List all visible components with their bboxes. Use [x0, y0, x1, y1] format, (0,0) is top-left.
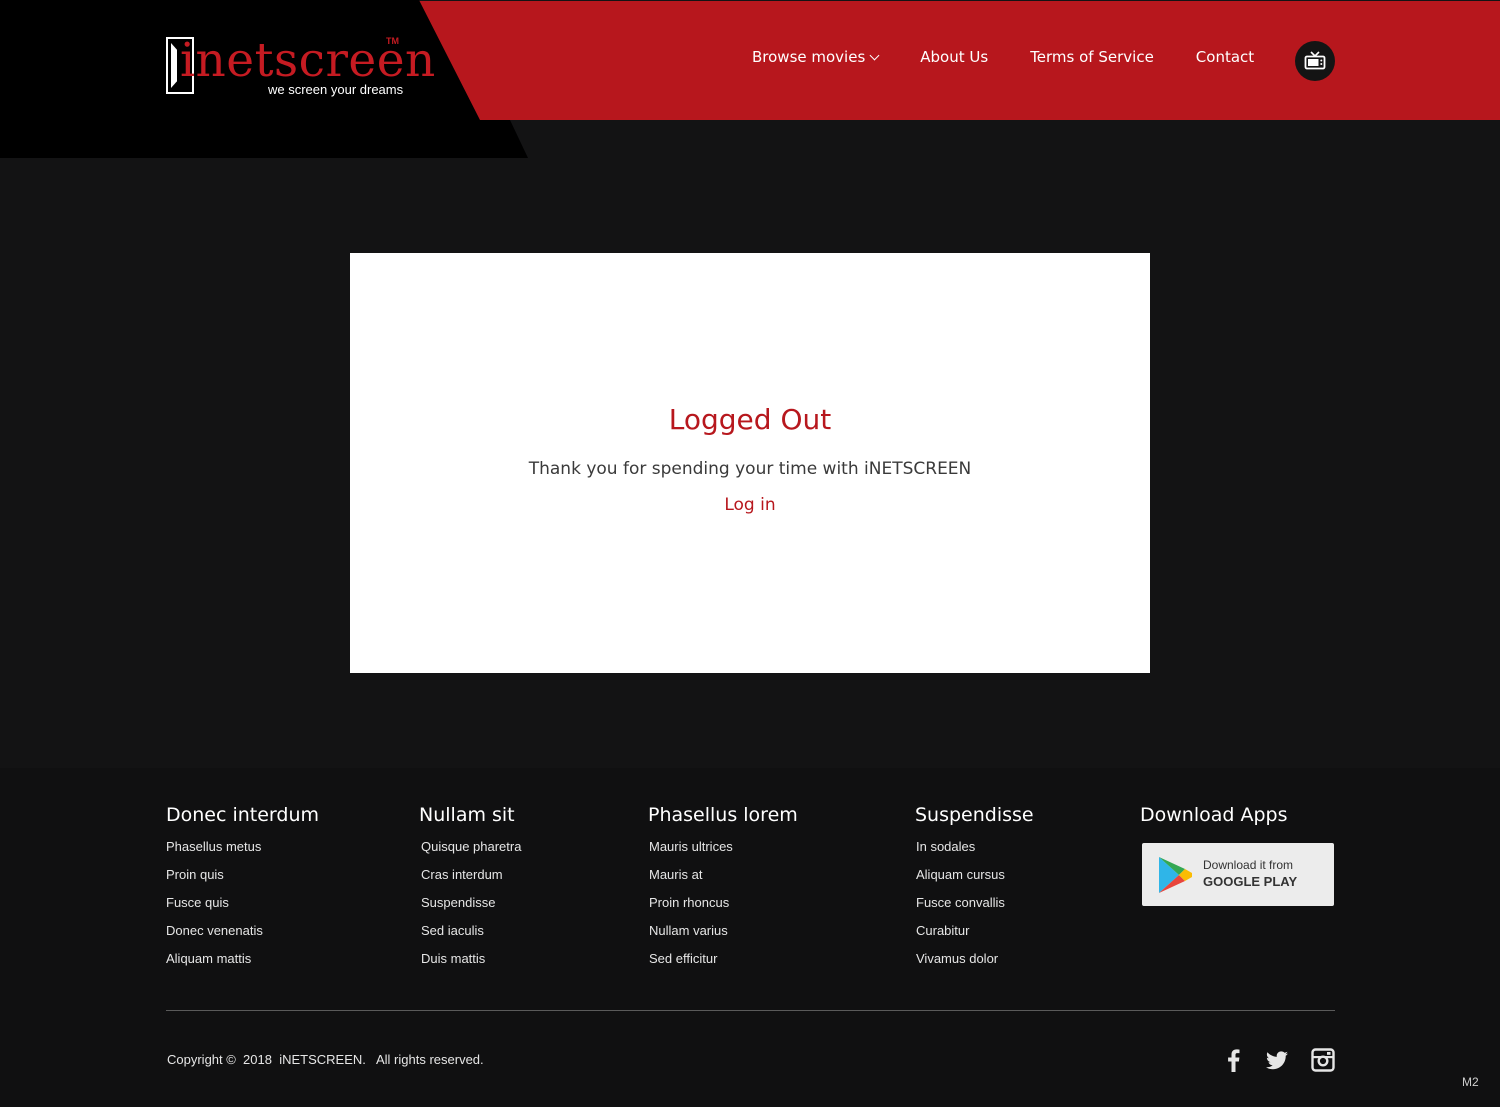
footer-link-item: Suspendisse — [421, 895, 521, 923]
footer-link[interactable]: Cras interdum — [421, 867, 503, 882]
google-play-big-text: GOOGLE PLAY — [1203, 874, 1298, 889]
twitter-link[interactable] — [1265, 1048, 1289, 1072]
footer-link[interactable]: Suspendisse — [421, 895, 495, 910]
tv-icon — [1304, 51, 1326, 70]
footer-link-item: Nullam varius — [649, 923, 798, 951]
instagram-link[interactable] — [1311, 1048, 1335, 1072]
footer-link[interactable]: Quisque pharetra — [421, 839, 521, 854]
footer-link-item: Proin quis — [166, 867, 319, 895]
instagram-icon — [1311, 1048, 1335, 1072]
footer-link-item: Proin rhoncus — [649, 895, 798, 923]
version-label: M2 — [1462, 1075, 1479, 1089]
facebook-icon — [1228, 1049, 1240, 1072]
footer-link[interactable]: Fusce quis — [166, 895, 229, 910]
footer-link-item: Curabitur — [916, 923, 1034, 951]
footer-link[interactable]: Sed efficitur — [649, 951, 717, 966]
copyright-text: Copyright © 2018 iNETSCREEN. All rights … — [167, 1052, 484, 1067]
site-header: inetscreen TM we screen your dreams Brow… — [0, 0, 1500, 160]
footer-column-3: Phasellus lorem Mauris ultrices Mauris a… — [648, 804, 798, 979]
nav-contact[interactable]: Contact — [1196, 48, 1254, 66]
footer-column-heading: Phasellus lorem — [648, 804, 798, 826]
footer-apps-heading: Download Apps — [1140, 804, 1288, 826]
footer-column-1: Donec interdum Phasellus metus Proin qui… — [166, 804, 319, 979]
footer-link-item: Fusce quis — [166, 895, 319, 923]
google-play-small-text: Download it from — [1203, 858, 1294, 872]
footer-column-heading: Donec interdum — [166, 804, 320, 826]
facebook-link[interactable] — [1223, 1048, 1247, 1072]
nav-browse-label: Browse movies — [752, 48, 866, 66]
site-logo[interactable]: inetscreen TM we screen your dreams — [166, 33, 435, 99]
footer-link[interactable]: Curabitur — [916, 923, 969, 938]
footer-link-item: Donec venenatis — [166, 923, 319, 951]
footer-link-item: Cras interdum — [421, 867, 521, 895]
footer-link[interactable]: In sodales — [916, 839, 975, 854]
twitter-icon — [1266, 1051, 1288, 1070]
footer-link-item: In sodales — [916, 839, 1034, 867]
tv-button[interactable] — [1295, 41, 1335, 81]
nav-about-us[interactable]: About Us — [920, 48, 988, 66]
footer-column-heading: Nullam sit — [419, 804, 515, 826]
main-nav: Browse movies About Us Terms of Service … — [752, 48, 1254, 66]
footer-link[interactable]: Nullam varius — [649, 923, 728, 938]
footer-link[interactable]: Donec venenatis — [166, 923, 263, 938]
footer-link[interactable]: Aliquam mattis — [166, 951, 251, 966]
logo-trademark: TM — [386, 36, 399, 46]
footer-link-item: Sed efficitur — [649, 951, 798, 979]
chevron-down-icon — [869, 50, 880, 60]
footer-link-item: Aliquam cursus — [916, 867, 1034, 895]
logout-card: Logged Out Thank you for spending your t… — [350, 253, 1150, 673]
nav-terms-of-service[interactable]: Terms of Service — [1030, 48, 1154, 66]
site-footer: Donec interdum Phasellus metus Proin qui… — [0, 768, 1500, 1107]
footer-column-heading: Suspendisse — [915, 804, 1034, 826]
logout-message: Thank you for spending your time with iN… — [528, 459, 972, 479]
footer-link[interactable]: Duis mattis — [421, 951, 485, 966]
footer-link[interactable]: Vivamus dolor — [916, 951, 998, 966]
footer-link[interactable]: Proin quis — [166, 867, 224, 882]
footer-link-item: Mauris ultrices — [649, 839, 798, 867]
footer-link-item: Aliquam mattis — [166, 951, 319, 979]
footer-link-item: Mauris at — [649, 867, 798, 895]
footer-link-item: Vivamus dolor — [916, 951, 1034, 979]
footer-link[interactable]: Mauris ultrices — [649, 839, 733, 854]
footer-divider — [166, 1010, 1335, 1011]
logo-tagline: we screen your dreams — [268, 82, 404, 97]
footer-link-item: Quisque pharetra — [421, 839, 521, 867]
footer-link-item: Sed iaculis — [421, 923, 521, 951]
logout-title: Logged Out — [668, 403, 832, 436]
footer-link[interactable]: Proin rhoncus — [649, 895, 729, 910]
footer-link-item: Phasellus metus — [166, 839, 319, 867]
footer-link[interactable]: Fusce convallis — [916, 895, 1005, 910]
footer-column-2: Nullam sit Quisque pharetra Cras interdu… — [419, 804, 521, 979]
footer-link[interactable]: Sed iaculis — [421, 923, 484, 938]
footer-link-item: Fusce convallis — [916, 895, 1034, 923]
footer-link[interactable]: Aliquam cursus — [916, 867, 1005, 882]
footer-link[interactable]: Phasellus metus — [166, 839, 261, 854]
footer-link-item: Duis mattis — [421, 951, 521, 979]
footer-column-4: Suspendisse In sodales Aliquam cursus Fu… — [915, 804, 1034, 979]
nav-browse-movies[interactable]: Browse movies — [752, 48, 880, 66]
login-link[interactable]: Log in — [350, 495, 1150, 515]
google-play-badge[interactable]: Download it from GOOGLE PLAY — [1142, 843, 1334, 906]
footer-apps-column: Download Apps — [1140, 804, 1288, 839]
google-play-icon — [1159, 857, 1192, 893]
footer-link[interactable]: Mauris at — [649, 867, 702, 882]
